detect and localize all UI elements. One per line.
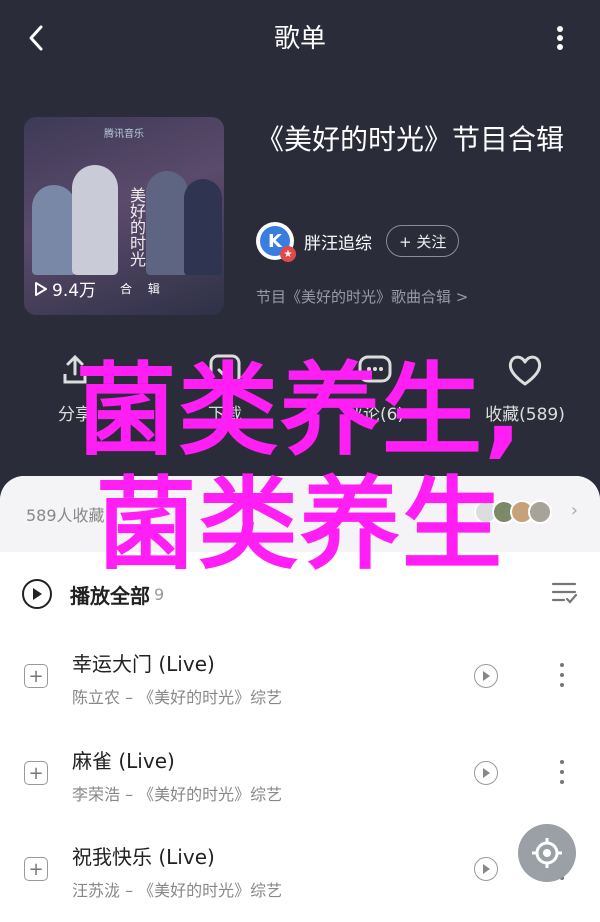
page-title: 歌单 [273,23,326,54]
brand-label: 腾讯音乐 [104,129,144,140]
play-all-count: 9 [154,584,165,604]
comment-icon [355,350,395,390]
collected-count: 589人收藏 [26,506,105,525]
cover-person [72,165,118,275]
download-label: 下载 [208,405,242,425]
play-icon [35,281,47,296]
heart-icon [505,350,545,390]
play-video-icon[interactable] [474,664,498,688]
more-vertical-icon [557,26,563,50]
playlist-cover[interactable]: 腾讯音乐 美好的时光 9.4万 合 辑 [24,117,224,315]
cover-person [146,171,188,275]
song-meta: 李荣浩 – 《美好的时光》综艺 [72,785,283,804]
album-title: 《美好的时光》节目合辑 [256,123,565,156]
play-count-value: 9.4万 [52,281,97,301]
play-all-row[interactable]: 播放全部 9 [0,566,600,622]
song-row[interactable]: + 幸运大门 (Live) 陈立农 – 《美好的时光》综艺 [0,632,600,728]
follow-button[interactable]: + 关注 [386,225,460,257]
back-arrow-icon [29,25,43,51]
add-to-list-icon[interactable]: + [24,761,48,785]
add-to-list-icon[interactable]: + [24,664,48,688]
cover-logo-text: 美好的时光 [127,187,146,267]
collector-avatars [474,500,552,524]
play-all-label: 播放全部 [70,583,150,608]
creator-avatar[interactable]: K ★ [256,222,296,262]
song-title: 幸运大门 (Live) [72,652,215,676]
back-button[interactable] [18,20,54,56]
play-count: 9.4万 [34,276,96,301]
share-label: 分享 [58,405,92,425]
song-row[interactable]: + 麻雀 (Live) 李荣浩 – 《美好的时光》综艺 [0,729,600,825]
song-meta: 陈立农 – 《美好的时光》综艺 [72,688,283,707]
play-video-icon[interactable] [474,761,498,785]
action-bar: 分享 下载 评论(6) 收藏(589) [0,350,600,440]
creator-name[interactable]: 胖汪追综 [304,229,372,254]
floating-locate-button[interactable] [518,824,576,882]
song-title: 麻雀 (Live) [72,749,175,773]
creator-row: K ★ 胖汪追综 + 关注 [256,222,460,262]
song-row[interactable]: + 祝我快乐 (Live) 汪苏泷 – 《美好的时光》综艺 [0,825,600,921]
more-vertical-icon[interactable] [556,660,568,690]
favorite-button[interactable]: 收藏(589) [460,350,590,440]
download-icon [205,350,245,390]
cover-badge: 合 辑 [120,282,166,296]
song-title: 祝我快乐 (Live) [72,845,215,869]
play-video-icon[interactable] [474,857,498,881]
play-all-icon [22,579,52,609]
more-vertical-icon[interactable] [556,757,568,787]
chevron-right-icon: › [570,500,578,521]
target-icon [532,838,562,868]
comment-button[interactable]: 评论(6) [310,350,440,440]
cover-person [184,179,222,275]
multi-select-icon[interactable] [550,580,578,606]
cover-person [32,185,76,275]
avatar [528,500,552,524]
more-button[interactable] [542,20,578,56]
share-button[interactable]: 分享 [10,350,140,440]
song-meta: 汪苏泷 – 《美好的时光》综艺 [72,881,283,900]
download-button[interactable]: 下载 [160,350,290,440]
top-bar: 歌单 [0,0,600,72]
collected-row[interactable]: 589人收藏 › [0,476,600,552]
favorite-label: 收藏(589) [485,405,565,425]
share-icon [55,350,95,390]
playlist-subtitle-link[interactable]: 节目《美好的时光》歌曲合辑 > [256,286,468,307]
star-badge-icon: ★ [280,246,296,262]
comment-label: 评论(6) [345,405,405,425]
add-to-list-icon[interactable]: + [24,857,48,881]
